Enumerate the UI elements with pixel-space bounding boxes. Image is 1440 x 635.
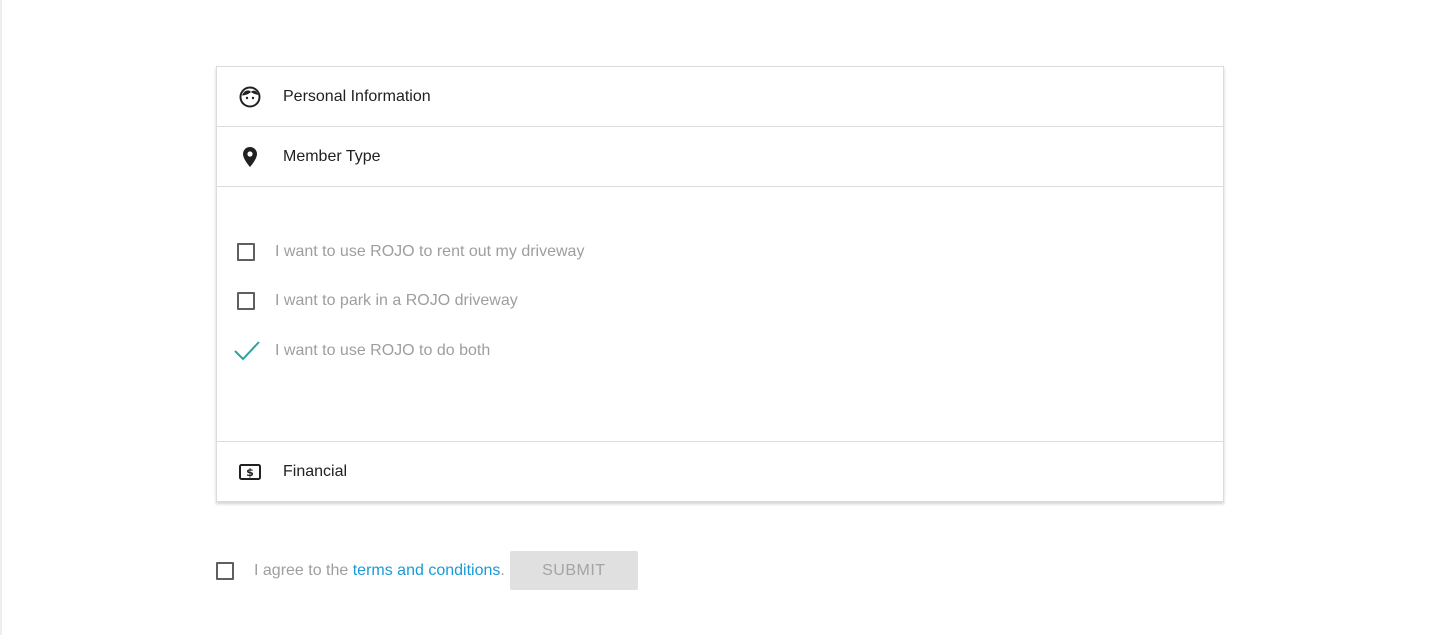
checkbox-unchecked[interactable]: [237, 292, 255, 310]
location-pin-icon: [238, 145, 262, 169]
agree-text: I agree to the terms and conditions.: [254, 562, 505, 580]
checkmark-icon[interactable]: [234, 338, 260, 364]
agree-prefix: I agree to the: [254, 561, 353, 579]
terms-agreement-row: I agree to the terms and conditions. SUB…: [216, 551, 638, 590]
agree-suffix: .: [500, 561, 505, 579]
face-icon: [238, 85, 262, 109]
section-financial[interactable]: $ Financial: [217, 442, 1223, 501]
option-label: I want to use ROJO to rent out my drivew…: [275, 243, 585, 260]
option-rent-out-driveway[interactable]: I want to use ROJO to rent out my drivew…: [237, 243, 584, 261]
section-label: Member Type: [283, 147, 381, 165]
agree-checkbox[interactable]: [216, 561, 234, 580]
submit-button[interactable]: SUBMIT: [509, 551, 638, 590]
money-icon: $: [238, 460, 262, 484]
checkbox-unchecked[interactable]: [237, 243, 255, 261]
registration-card: Personal Information Member Type I want …: [216, 66, 1224, 502]
option-label: I want to park in a ROJO driveway: [275, 292, 518, 309]
section-label: Personal Information: [283, 87, 431, 105]
svg-text:$: $: [246, 466, 254, 479]
option-park-in-driveway[interactable]: I want to park in a ROJO driveway: [237, 292, 518, 310]
section-member-type[interactable]: Member Type: [217, 127, 1223, 187]
member-type-options: I want to use ROJO to rent out my drivew…: [217, 187, 1223, 442]
section-label: Financial: [283, 462, 348, 480]
section-personal-information[interactable]: Personal Information: [217, 67, 1223, 127]
terms-link[interactable]: terms and conditions: [353, 562, 501, 579]
option-label: I want to use ROJO to do both: [275, 342, 491, 359]
page-left-edge: [0, 0, 2, 635]
option-do-both[interactable]: I want to use ROJO to do both: [234, 338, 491, 364]
